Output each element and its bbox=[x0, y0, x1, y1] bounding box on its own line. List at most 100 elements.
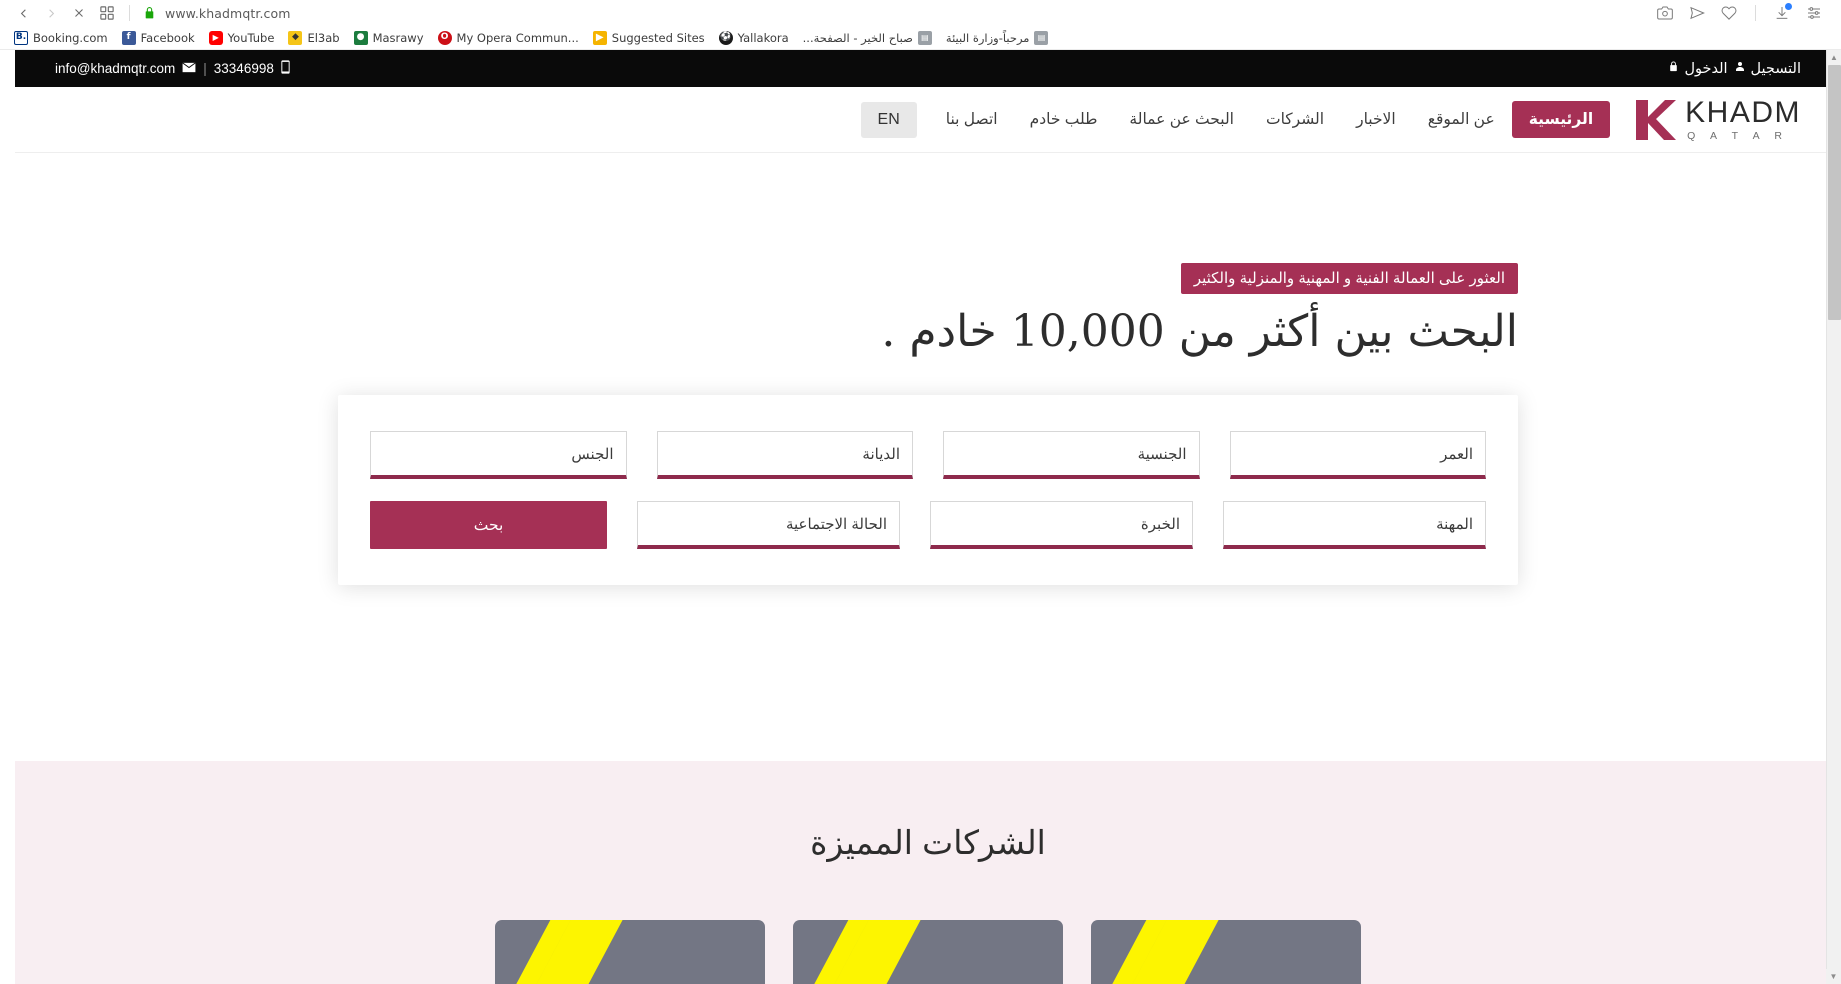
bookmark-label: Facebook bbox=[140, 30, 195, 45]
nav-item-0[interactable]: الرئيسية bbox=[1511, 101, 1611, 138]
language-toggle-button[interactable]: EN bbox=[860, 101, 917, 138]
bookmark-label: My Opera Commun... bbox=[456, 30, 579, 45]
bookmark-favicon-icon: O bbox=[437, 30, 452, 45]
send-icon[interactable] bbox=[1682, 1, 1712, 25]
topbar-auth-links: التسجيل الدخول bbox=[1668, 60, 1801, 77]
download-icon[interactable] bbox=[1767, 1, 1797, 25]
search-field-row2-0[interactable]: المهنة bbox=[1223, 501, 1486, 549]
bookmark-label: YouTube bbox=[227, 30, 275, 45]
page-viewport: التسجيل الدخول info@khadmqtr.com | 33346… bbox=[0, 50, 1841, 984]
padlock-icon bbox=[1668, 60, 1679, 77]
bookmark-favicon-icon: f bbox=[121, 30, 136, 45]
url-text: www.khadmqtr.com bbox=[165, 5, 291, 21]
heart-icon[interactable] bbox=[1714, 1, 1744, 25]
company-card-1[interactable] bbox=[1091, 920, 1361, 984]
nav-item-5[interactable]: طلب خادم bbox=[1015, 101, 1113, 138]
navigation-buttons bbox=[10, 1, 120, 25]
search-field-row2-1[interactable]: الخبرة bbox=[930, 501, 1193, 549]
bookmark-label: El3ab bbox=[307, 30, 340, 45]
bookmark-item[interactable]: ● Masrawy bbox=[348, 29, 430, 47]
bookmark-favicon-icon: ▶ bbox=[592, 30, 607, 45]
bookmark-label: Booking.com bbox=[33, 30, 108, 45]
contact-divider: | bbox=[203, 61, 207, 76]
hero-section: العثور على العمالة الفنية و المهنية والم… bbox=[15, 153, 1841, 761]
browser-chrome: www.khadmqtr.com B. Booking.com f Facebook ▶… bbox=[0, 0, 1841, 50]
bookmark-favicon-icon: ● bbox=[353, 30, 368, 45]
site-logo[interactable]: KHADM Q A T A R bbox=[1634, 97, 1801, 142]
bookmark-item[interactable]: ⚽ Yallakora bbox=[713, 29, 795, 47]
search-row-2: المهنة الخبرة الحالة الاجتماعية بحث bbox=[370, 501, 1486, 549]
bookmark-item[interactable]: ▤ صباح الخير - الصفحة... bbox=[797, 29, 938, 47]
nav-item-3[interactable]: الشركات bbox=[1251, 101, 1339, 138]
search-field-row1-1[interactable]: الجنسية bbox=[943, 431, 1200, 479]
website-content: التسجيل الدخول info@khadmqtr.com | 33346… bbox=[15, 50, 1841, 984]
bookmark-favicon-icon: ▶ bbox=[208, 30, 223, 45]
bookmark-favicon-icon: ▤ bbox=[917, 30, 932, 45]
bookmark-item[interactable]: ▶ Suggested Sites bbox=[587, 29, 711, 47]
login-link[interactable]: الدخول bbox=[1668, 60, 1728, 77]
company-card-2[interactable] bbox=[793, 920, 1063, 984]
lock-icon bbox=[143, 6, 156, 20]
company-cards-row bbox=[15, 920, 1841, 984]
forward-icon[interactable] bbox=[38, 1, 64, 25]
phone-text[interactable]: 33346998 bbox=[214, 61, 274, 76]
bookmarks-bar: B. Booking.com f Facebook ▶ YouTube ◆ El3ab ● Mas… bbox=[0, 26, 1841, 50]
site-topbar: التسجيل الدخول info@khadmqtr.com | 33346… bbox=[15, 50, 1841, 87]
register-link[interactable]: التسجيل bbox=[1734, 60, 1801, 77]
download-badge bbox=[1785, 3, 1792, 10]
search-field-row2-2[interactable]: الحالة الاجتماعية bbox=[637, 501, 900, 549]
camera-icon[interactable] bbox=[1650, 1, 1680, 25]
login-label: الدخول bbox=[1684, 60, 1728, 77]
browser-toolbar: www.khadmqtr.com bbox=[0, 0, 1841, 26]
search-field-row1-3[interactable]: الجنس bbox=[370, 431, 627, 479]
phone-icon bbox=[281, 60, 290, 77]
settings-sliders-icon[interactable] bbox=[1799, 1, 1829, 25]
stop-icon[interactable] bbox=[66, 1, 92, 25]
khadm-k-mark-icon bbox=[1634, 98, 1677, 142]
bookmark-favicon-icon: ◆ bbox=[288, 30, 303, 45]
bookmark-item[interactable]: O My Opera Commun... bbox=[432, 29, 585, 47]
bookmark-item[interactable]: ▤ مرحباً-وزارة البيئة bbox=[940, 29, 1055, 47]
tab-grid-icon[interactable] bbox=[94, 1, 120, 25]
toolbar-divider bbox=[129, 5, 130, 21]
main-navigation: الرئيسية عن الموقع الاخبار الشركات البحث عن … bbox=[931, 101, 1611, 138]
page-scrollbar[interactable]: ▲ ▼ bbox=[1826, 50, 1841, 984]
bookmark-item[interactable]: B. Booking.com bbox=[8, 29, 114, 47]
nav-item-1[interactable]: عن الموقع bbox=[1413, 101, 1510, 138]
scroll-down-arrow-icon[interactable]: ▼ bbox=[1826, 969, 1841, 984]
back-icon[interactable] bbox=[10, 1, 36, 25]
featured-section-title: الشركات المميزة bbox=[810, 824, 1046, 861]
logo-wordmark: KHADM Q A T A R bbox=[1685, 97, 1801, 142]
hero-inner: العثور على العمالة الفنية و المهنية والم… bbox=[338, 263, 1518, 585]
email-text[interactable]: info@khadmqtr.com bbox=[55, 61, 175, 76]
featured-companies-section: الشركات المميزة bbox=[15, 761, 1841, 984]
user-icon bbox=[1734, 60, 1746, 77]
bookmark-item[interactable]: f Facebook bbox=[116, 29, 201, 47]
bookmark-item[interactable]: ◆ El3ab bbox=[282, 29, 345, 47]
logo-subtitle: Q A T A R bbox=[1687, 129, 1789, 142]
toolbar-divider-2 bbox=[1755, 5, 1756, 21]
nav-item-6[interactable]: اتصل بنا bbox=[931, 101, 1013, 138]
bookmark-favicon-icon: ⚽ bbox=[718, 30, 733, 45]
mail-icon bbox=[182, 61, 196, 76]
bookmark-label: Masrawy bbox=[372, 30, 424, 45]
search-field-row1-0[interactable]: العمر bbox=[1229, 431, 1486, 479]
hero-title: البحث بين أكثر من 10,000 خادم . bbox=[881, 306, 1518, 357]
scrollbar-thumb[interactable] bbox=[1828, 65, 1841, 320]
search-field-row1-2[interactable]: الديانة bbox=[656, 431, 913, 479]
hero-badge: العثور على العمالة الفنية و المهنية والم… bbox=[1180, 263, 1518, 294]
bookmark-label: Suggested Sites bbox=[611, 30, 705, 45]
site-navbar: KHADM Q A T A R الرئيسية عن الموقع الاخبار… bbox=[15, 87, 1841, 153]
search-panel: العمر الجنسية الديانة الجنس المهنة الخبرة الح… bbox=[338, 395, 1518, 585]
nav-item-4[interactable]: البحث عن عمالة bbox=[1114, 101, 1249, 138]
address-bar[interactable]: www.khadmqtr.com bbox=[139, 6, 1650, 21]
search-submit-button[interactable]: بحث bbox=[370, 501, 607, 549]
bookmark-label: مرحباً-وزارة البيئة bbox=[945, 30, 1030, 45]
topbar-contact: info@khadmqtr.com | 33346998 bbox=[55, 60, 290, 77]
nav-item-2[interactable]: الاخبار bbox=[1341, 101, 1411, 138]
bookmark-label: Yallakora bbox=[737, 30, 789, 45]
search-row-1: العمر الجنسية الديانة الجنس bbox=[370, 431, 1486, 479]
bookmark-item[interactable]: ▶ YouTube bbox=[203, 29, 281, 47]
company-card-3[interactable] bbox=[495, 920, 765, 984]
scroll-up-arrow-icon[interactable]: ▲ bbox=[1827, 50, 1841, 65]
